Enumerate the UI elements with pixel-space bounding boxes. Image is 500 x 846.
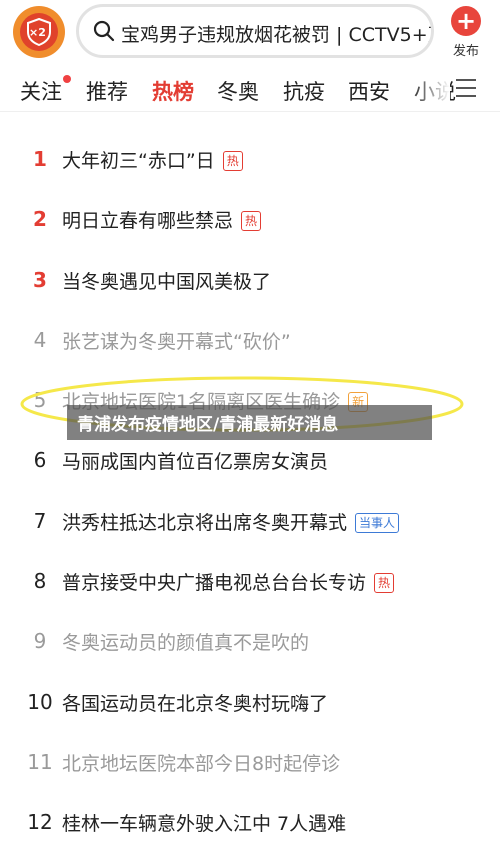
rank-number: 9: [33, 629, 47, 654]
title-text: 马丽成国内首位百亿票房女演员: [62, 451, 329, 474]
list-item[interactable]: 3 当冬奥遇见中国风美极了: [0, 250, 500, 310]
rank-number: 2: [33, 207, 47, 232]
rank-number: 3: [33, 267, 47, 292]
search-icon: [93, 20, 115, 42]
title-text: 洪秀柱抵达北京将出席冬奥开幕式: [62, 511, 348, 534]
tab-xian[interactable]: 西安: [348, 76, 390, 106]
title-text: 当冬奥遇见中国风美极了: [62, 270, 272, 293]
item-title: 明日立春有哪些禁忌热: [62, 206, 262, 233]
overlay-caption: 青浦发布疫情地区/青浦最新好消息: [67, 405, 432, 440]
plus-icon: +: [451, 6, 481, 36]
item-title: 当冬奥遇见中国风美极了: [62, 267, 271, 294]
publish-label: 发布: [452, 44, 479, 59]
item-title: 普京接受中央广播电视总台台长专访热: [62, 568, 395, 595]
title-text: 明日立春有哪些禁忌: [62, 210, 234, 233]
search-suggestion-text: 宝鸡男子违规放烟花被罚 | CCTV5+直: [121, 24, 434, 46]
item-title: 张艺谋为冬奥开幕式“砍价”: [62, 327, 291, 354]
item-title: 桂林一车辆意外驶入江中 7人遇难: [62, 809, 346, 836]
hot-badge: 热: [241, 211, 262, 232]
tab-label: 西安: [348, 80, 390, 104]
tabs-fade: [410, 64, 450, 111]
title-text: 各国运动员在北京冬奥村玩嗨了: [62, 692, 329, 715]
rank-number: 4: [33, 327, 47, 352]
rank-number: 6: [33, 448, 47, 473]
item-title: 大年初三“赤口”日热: [62, 146, 243, 173]
rank-number: 7: [33, 508, 47, 533]
tab-label: 推荐: [86, 80, 128, 104]
list-item[interactable]: 12 桂林一车辆意外驶入江中 7人遇难: [0, 792, 500, 846]
tab-hot-list[interactable]: 热榜: [152, 76, 194, 106]
tab-label: 抗疫: [283, 80, 325, 104]
list-item[interactable]: 8 普京接受中央广播电视总台台长专访热: [0, 551, 500, 611]
item-title: 洪秀柱抵达北京将出席冬奥开幕式 当事人: [62, 508, 400, 535]
rank-number: 10: [27, 689, 53, 714]
title-text: 北京地坛医院本部今日8时起停诊: [62, 752, 341, 775]
publish-button[interactable]: + 发布: [446, 6, 486, 59]
channel-tabs: 关注 推荐 热榜 冬奥 抗疫 西安 小说: [0, 64, 500, 112]
title-text: 桂林一车辆意外驶入江中 7人遇难: [62, 813, 347, 836]
tab-label: 热榜: [152, 80, 194, 104]
item-title: 各国运动员在北京冬奥村玩嗨了: [62, 689, 328, 716]
people-badge: 当事人: [355, 512, 400, 533]
list-item[interactable]: 2 明日立春有哪些禁忌热: [0, 189, 500, 249]
unread-dot: [63, 75, 71, 83]
hot-badge: 热: [222, 151, 243, 171]
menu-icon[interactable]: [456, 79, 476, 97]
top-bar: ×2 宝鸡男子违规放烟花被罚 | CCTV5+直 + 发布: [0, 0, 500, 64]
list-item[interactable]: 1 大年初三“赤口”日热: [0, 129, 500, 189]
item-title: 北京地坛医院本部今日8时起停诊: [62, 749, 340, 776]
title-text: 张艺谋为冬奥开幕式“砍价”: [62, 330, 291, 353]
rank-number: 8: [33, 569, 47, 594]
list-item[interactable]: 9 冬奥运动员的颜值真不是吹的: [0, 611, 500, 671]
list-item[interactable]: 10 各国运动员在北京冬奥村玩嗨了: [0, 672, 500, 732]
title-text: 普京接受中央广播电视总台台长专访: [62, 572, 367, 595]
rank-number: 5: [33, 388, 47, 413]
rank-number: 12: [27, 810, 53, 835]
tab-recommend[interactable]: 推荐: [86, 76, 128, 106]
tab-anti-epidemic[interactable]: 抗疫: [283, 76, 325, 106]
list-item[interactable]: 7 洪秀柱抵达北京将出席冬奥开幕式 当事人: [0, 491, 500, 551]
avatar-multiplier-badge: ×2: [29, 26, 46, 39]
tab-label: 关注: [20, 80, 62, 104]
hot-badge: 热: [374, 573, 395, 594]
list-item[interactable]: 11 北京地坛医院本部今日8时起停诊: [0, 732, 500, 792]
title-text: 冬奥运动员的颜值真不是吹的: [62, 632, 310, 655]
user-avatar[interactable]: ×2: [13, 6, 65, 58]
title-text: 大年初三“赤口”日: [62, 150, 215, 172]
tab-label: 冬奥: [217, 80, 259, 104]
rank-number: 1: [33, 147, 47, 171]
list-item[interactable]: 4 张艺谋为冬奥开幕式“砍价”: [0, 310, 500, 370]
item-title: 马丽成国内首位百亿票房女演员: [62, 447, 328, 474]
rank-number: 11: [27, 749, 53, 774]
tab-follow[interactable]: 关注: [20, 75, 71, 106]
item-title: 冬奥运动员的颜值真不是吹的: [62, 628, 309, 655]
tab-winter-olympics[interactable]: 冬奥: [217, 76, 259, 106]
hot-list: 1 大年初三“赤口”日热 2 明日立春有哪些禁忌热 3 当冬奥遇见中国风美极了 …: [0, 129, 500, 846]
search-box[interactable]: 宝鸡男子违规放烟花被罚 | CCTV5+直: [76, 4, 434, 58]
